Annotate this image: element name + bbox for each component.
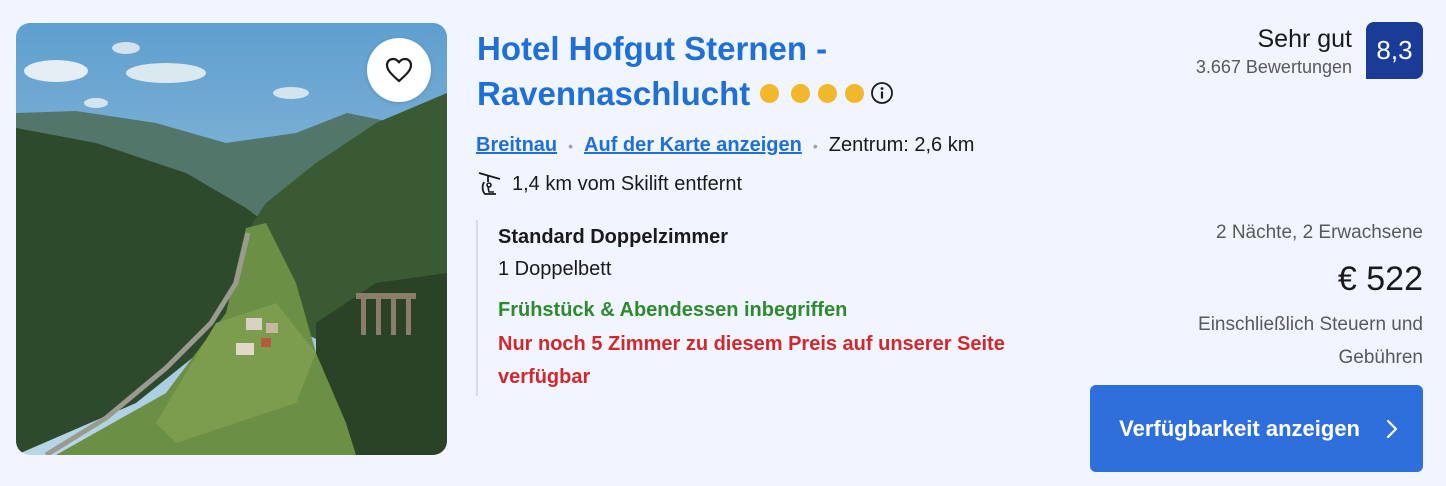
star-icon [818,83,838,103]
review-count: 3.667 Bewertungen [1195,57,1352,77]
ski-lift-text: 1,4 km vom Skilift entfernt [512,172,743,195]
chevron-right-icon [1386,419,1398,439]
score-badge: 8,3 [1366,22,1423,79]
star-icon [791,83,811,103]
info-circle-icon[interactable] [870,81,894,105]
stay-summary: 2 Nächte, 2 Erwachsene [1215,222,1423,243]
location-row: Breitnau • Auf der Karte anzeigen • Zent… [476,134,974,157]
city-link[interactable]: Breitnau [476,134,557,157]
room-type: Standard Doppelzimmer [498,226,729,248]
bed-info: 1 Doppelbett [498,258,612,280]
separator-dot: • [568,137,574,154]
total-price: € 522 [1337,260,1423,298]
hotel-title[interactable]: Hotel Hofgut Sternen - Ravennaschlucht [477,26,1037,116]
review-score[interactable]: Sehr gut 3.667 Bewertungen 8,3 [1196,22,1423,79]
review-text: Sehr gut 3.667 Bewertungen [1196,22,1352,78]
button-label: Verfügbarkeit anzeigen [1119,416,1360,441]
star-rating [760,81,894,105]
taxes-note: Einschließlich Steuern und Gebühren [1198,314,1423,368]
heart-outline-icon [385,57,413,83]
show-availability-button[interactable]: Verfügbarkeit anzeigen [1090,385,1423,472]
rating-label: Sehr gut [1257,25,1352,53]
meals-included: Frühstück & Abendessen inbegriffen [498,299,848,321]
availability-warning: Nur noch 5 Zimmer zu diesem Preis auf un… [498,333,1005,388]
ski-lift-icon [478,172,501,195]
price-block: 2 Nächte, 2 Erwachsene € 522 Einschließl… [1133,220,1423,374]
separator-dot: • [812,137,818,154]
property-card: Hotel Hofgut Sternen - Ravennaschlucht B… [0,0,1446,486]
star-icon [760,83,780,103]
room-details: Standard Doppelzimmer 1 Doppelbett Frühs… [476,220,1036,396]
favorite-button[interactable] [367,38,431,102]
ski-lift-distance: 1,4 km vom Skilift entfernt [476,170,742,198]
center-distance: Zentrum: 2,6 km [828,134,975,156]
map-link[interactable]: Auf der Karte anzeigen [584,134,802,157]
star-icon [845,83,865,103]
